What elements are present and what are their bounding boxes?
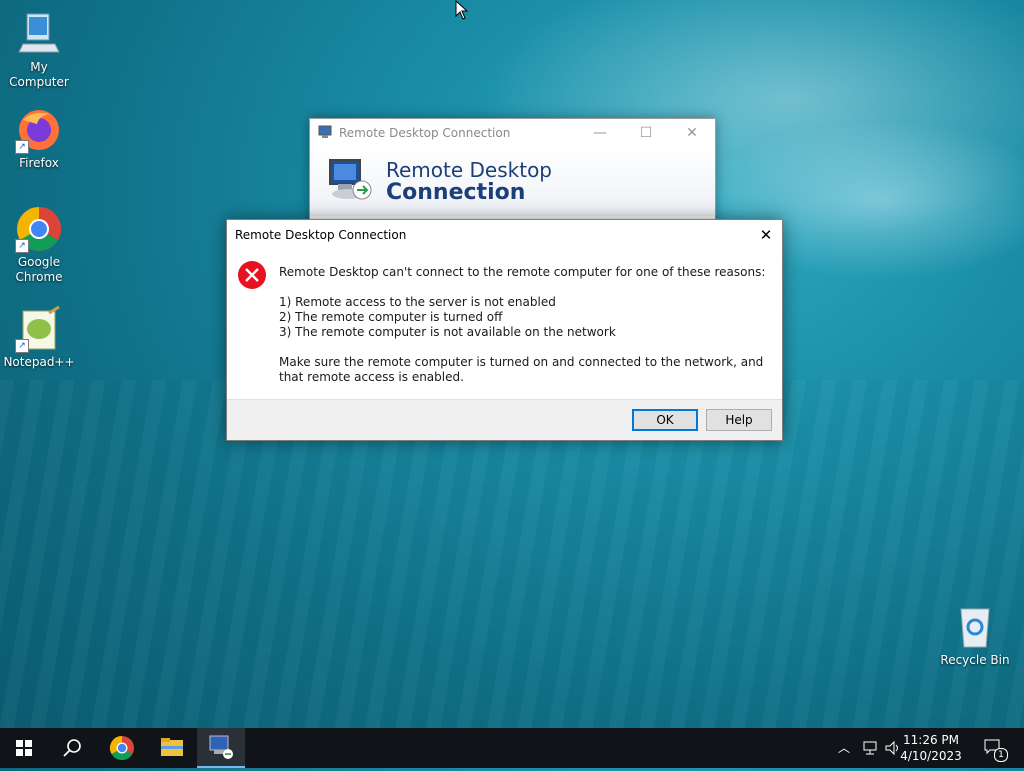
remote-desktop-logo-icon [326, 156, 376, 209]
reason-item: 2) The remote computer is turned off [279, 310, 503, 324]
dialog-intro: Remote Desktop can't connect to the remo… [279, 265, 766, 279]
reason-item: 1) Remote access to the server is not en… [279, 295, 556, 309]
notepadpp-icon: ↗ [15, 305, 63, 353]
desktop-icon-firefox[interactable]: ↗ Firefox [0, 106, 79, 171]
recycle-bin-icon [951, 603, 999, 651]
start-icon [16, 740, 32, 756]
search-icon [63, 739, 81, 757]
dialog-footer: OK Help [227, 399, 782, 440]
dialog-message: Remote Desktop can't connect to the remo… [279, 265, 774, 385]
error-icon [237, 260, 267, 290]
rdc-banner-line1: Remote Desktop [386, 158, 553, 182]
desktop-icon-chrome[interactable]: ↗ Google Chrome [0, 205, 79, 285]
error-dialog: Remote Desktop Connection ✕ Remote Deskt… [226, 219, 783, 441]
taskbar-chrome[interactable] [98, 728, 146, 768]
desktop: My Computer ↗ Firefox ↗ Google Chrome ↗ … [0, 0, 1024, 728]
rdc-banner-line2: Connection [386, 180, 526, 205]
help-button[interactable]: Help [706, 409, 772, 431]
chrome-icon: ↗ [15, 205, 63, 253]
search-button[interactable] [48, 728, 96, 768]
start-button[interactable] [0, 728, 48, 768]
maximize-button[interactable]: ☐ [623, 119, 669, 147]
taskbar-remote-desktop[interactable] [197, 728, 245, 768]
dialog-title: Remote Desktop Connection [235, 228, 407, 242]
clock-date: 4/10/2023 [900, 749, 962, 763]
desktop-icon-label: Notepad++ [3, 355, 75, 369]
remote-desktop-icon [209, 735, 233, 759]
network-icon[interactable] [862, 740, 880, 756]
taskbar-file-explorer[interactable] [148, 728, 196, 768]
taskbar: ︿ 11:26 PM 4/10/2023 1 [0, 728, 1024, 768]
desktop-icon-label: Google Chrome [15, 255, 63, 284]
computer-icon [15, 10, 63, 58]
action-center-button[interactable]: 1 [978, 728, 1018, 768]
desktop-icon-notepadpp[interactable]: ↗ Notepad++ [0, 305, 79, 370]
file-explorer-icon [161, 738, 183, 756]
minimize-button[interactable]: — [577, 119, 623, 147]
taskbar-clock[interactable]: 11:26 PM 4/10/2023 [896, 732, 966, 764]
notification-count-badge: 1 [994, 748, 1008, 762]
desktop-icon-recycle-bin[interactable]: Recycle Bin [935, 603, 1015, 668]
rdc-window-title: Remote Desktop Connection [339, 126, 511, 140]
rdc-titlebar[interactable]: Remote Desktop Connection — ☐ ✕ [310, 119, 715, 147]
chrome-icon [109, 736, 134, 761]
reason-item: 3) The remote computer is not available … [279, 325, 616, 339]
dialog-close-button[interactable]: ✕ [750, 220, 782, 250]
shortcut-arrow-icon: ↗ [15, 239, 29, 253]
desktop-icon-my-computer[interactable]: My Computer [0, 10, 79, 90]
desktop-icon-label: Firefox [19, 156, 59, 170]
desktop-icon-label: Recycle Bin [940, 653, 1010, 667]
rdc-banner: Remote Desktop Connection [310, 148, 715, 216]
firefox-icon: ↗ [15, 106, 63, 154]
dialog-titlebar[interactable]: Remote Desktop Connection ✕ [227, 220, 782, 250]
shortcut-arrow-icon: ↗ [15, 140, 29, 154]
shortcut-arrow-icon: ↗ [15, 339, 29, 353]
desktop-icon-label: My Computer [9, 60, 69, 89]
remote-desktop-icon [318, 125, 334, 139]
mouse-cursor-icon [455, 0, 469, 23]
close-button[interactable]: ✕ [669, 119, 715, 147]
chevron-up-icon[interactable]: ︿ [838, 739, 850, 756]
ok-button[interactable]: OK [632, 409, 698, 431]
dialog-advice: Make sure the remote computer is turned … [279, 355, 764, 384]
rdc-window: Remote Desktop Connection — ☐ ✕ Remote D… [309, 118, 716, 230]
clock-time: 11:26 PM [903, 733, 959, 747]
